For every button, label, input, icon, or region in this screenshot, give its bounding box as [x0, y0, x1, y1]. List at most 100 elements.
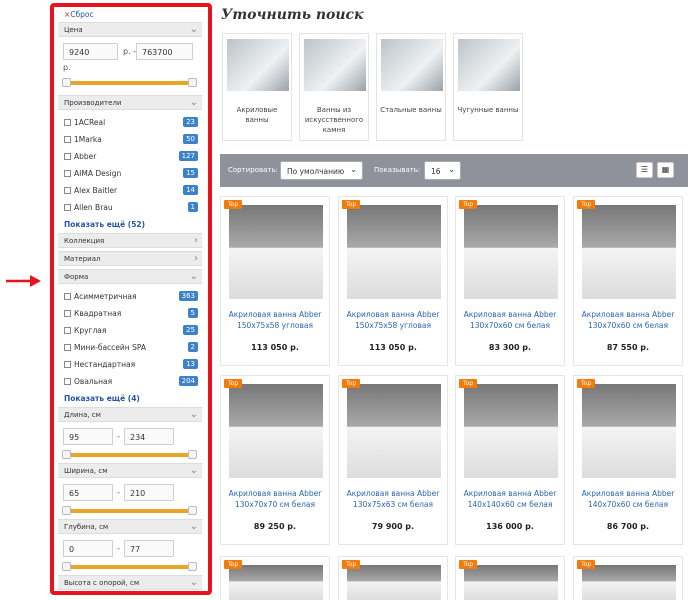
show-more-shapes-link[interactable]: Показать ещё (4): [58, 390, 202, 407]
top-badge: Top: [459, 200, 478, 209]
top-badge: Top: [342, 200, 361, 209]
checkbox[interactable]: [64, 378, 71, 385]
shape-option[interactable]: Круглая 25: [58, 322, 202, 339]
product-name[interactable]: Акриловая ванна Abber 140x70x60 см белая: [577, 488, 679, 510]
width-slider-max-handle[interactable]: [188, 506, 197, 515]
price-max-input[interactable]: 763700: [136, 43, 193, 60]
product-price: 113 050 р.: [251, 343, 299, 352]
price-slider-min-handle[interactable]: [62, 78, 71, 87]
product-card[interactable]: Top Акриловая ванна Abber 130x70x60 см бе…: [573, 196, 683, 366]
product-name[interactable]: Акриловая ванна Abber 130x70x60 см белая: [577, 309, 679, 331]
price-min-input[interactable]: 9240: [63, 43, 118, 60]
checkbox[interactable]: [64, 344, 71, 351]
product-card[interactable]: Top Акриловая ванна Abber 140x70x60 см бе…: [573, 375, 683, 545]
product-name[interactable]: Акриловая ванна Abber 130x70x60 см белая: [459, 309, 561, 331]
sort-toolbar: Сортировать: По умолчанию ⌄ Показывать: 1…: [220, 154, 688, 187]
count-badge: 13: [183, 359, 198, 369]
category-tile[interactable]: Чугунные ванны: [453, 33, 523, 141]
top-badge: Top: [577, 560, 596, 569]
shape-option[interactable]: Нестандартная 13: [58, 356, 202, 373]
per-page-select[interactable]: 16 ⌄: [424, 161, 461, 180]
checkbox[interactable]: [64, 361, 71, 368]
product-price: 86 700 р.: [606, 522, 650, 531]
top-badge: Top: [577, 200, 596, 209]
filter-header-shape[interactable]: Форма ⌄: [58, 269, 202, 284]
length-slider-track: [66, 453, 192, 457]
product-image: [464, 384, 558, 478]
show-more-manufacturers-link[interactable]: Показать ещё (52): [58, 216, 202, 233]
shape-option[interactable]: Овальная 204: [58, 373, 202, 390]
checkbox[interactable]: [64, 293, 71, 300]
filter-header-width[interactable]: Ширина, см ⌄: [58, 463, 202, 478]
product-card[interactable]: Top: [455, 556, 565, 600]
price-slider-max-handle[interactable]: [188, 78, 197, 87]
depth-min-input[interactable]: 0: [63, 540, 113, 557]
product-card[interactable]: Top: [573, 556, 683, 600]
shape-option[interactable]: Асимметричная 363: [58, 288, 202, 305]
width-min-input[interactable]: 65: [63, 484, 113, 501]
filter-header-depth[interactable]: Глубина, см ⌄: [58, 519, 202, 534]
reset-filters-link[interactable]: ×Сброс: [58, 8, 202, 22]
product-name[interactable]: Акриловая ванна Abber 130x75x63 см белая: [342, 488, 444, 510]
filter-header-manufacturers[interactable]: Производители ⌄: [58, 95, 202, 110]
checkbox[interactable]: [64, 153, 71, 160]
chevron-down-icon: ⌄: [189, 409, 198, 420]
product-card[interactable]: Top Акриловая ванна Abber 150x75x58 углов…: [220, 196, 330, 366]
manufacturer-option[interactable]: Allen Brau 1: [58, 199, 202, 216]
checkbox[interactable]: [64, 327, 71, 334]
manufacturer-option[interactable]: 1Marka 50: [58, 131, 202, 148]
product-card[interactable]: Top: [220, 556, 330, 600]
top-badge: Top: [224, 379, 243, 388]
filter-header-collection[interactable]: Коллекция ›: [58, 233, 202, 248]
chevron-right-icon: ›: [194, 253, 198, 264]
filter-header-material[interactable]: Материал ›: [58, 251, 202, 266]
length-slider-max-handle[interactable]: [188, 450, 197, 459]
sort-select[interactable]: По умолчанию ⌄: [280, 161, 363, 180]
length-max-input[interactable]: 234: [124, 428, 174, 445]
product-card[interactable]: Top: [338, 556, 448, 600]
chevron-down-icon: ⌄: [448, 165, 455, 174]
product-card[interactable]: Top Акриловая ванна Abber 150x75x58 углов…: [338, 196, 448, 366]
category-tile[interactable]: Акриловые ванны: [222, 33, 292, 141]
category-tile[interactable]: Стальные ванны: [376, 33, 446, 141]
product-name[interactable]: Акриловая ванна Abber 140x140x60 см бела…: [459, 488, 561, 510]
grid-view-icon[interactable]: ▦: [657, 162, 674, 178]
chevron-down-icon: ⌄: [189, 521, 198, 532]
filter-header-length[interactable]: Длина, см ⌄: [58, 407, 202, 422]
manufacturer-option[interactable]: 1ACReal 23: [58, 114, 202, 131]
product-card[interactable]: Top Акриловая ванна Abber 140x140x60 см б…: [455, 375, 565, 545]
product-name[interactable]: Акриловая ванна Abber 150x75x58 угловая: [224, 309, 326, 331]
depth-max-input[interactable]: 77: [124, 540, 174, 557]
product-card[interactable]: Top Акриловая ванна Abber 130x75x63 см бе…: [338, 375, 448, 545]
checkbox[interactable]: [64, 204, 71, 211]
product-name[interactable]: Акриловая ванна Abber 130x70x70 см белая: [224, 488, 326, 510]
manufacturer-option[interactable]: Alex Baitler 14: [58, 182, 202, 199]
depth-slider-min-handle[interactable]: [62, 562, 71, 571]
checkbox[interactable]: [64, 187, 71, 194]
manufacturer-option[interactable]: AIMA Design 15: [58, 165, 202, 182]
manufacturer-option[interactable]: Abber 127: [58, 148, 202, 165]
depth-slider-max-handle[interactable]: [188, 562, 197, 571]
category-tile[interactable]: Ванны из искусственного камня: [299, 33, 369, 141]
length-slider-min-handle[interactable]: [62, 450, 71, 459]
checkbox[interactable]: [64, 136, 71, 143]
shape-option[interactable]: Мини-бассейн SPA 2: [58, 339, 202, 356]
filter-header-price[interactable]: Цена ⌄: [58, 22, 202, 37]
product-image: [582, 565, 676, 600]
filter-header-height[interactable]: Высота с опорой, см ⌄: [58, 575, 202, 590]
product-card[interactable]: Top Акриловая ванна Abber 130x70x60 см бе…: [455, 196, 565, 366]
list-view-icon[interactable]: ☰: [636, 162, 653, 178]
checkbox[interactable]: [64, 170, 71, 177]
product-name[interactable]: Акриловая ванна Abber 150x75x58 угловая: [342, 309, 444, 331]
length-min-input[interactable]: 95: [63, 428, 113, 445]
count-badge: 204: [178, 376, 198, 386]
count-badge: 23: [183, 117, 198, 127]
count-badge: 363: [178, 291, 198, 301]
shape-option[interactable]: Квадратная 5: [58, 305, 202, 322]
width-slider-min-handle[interactable]: [62, 506, 71, 515]
product-card[interactable]: Top Акриловая ванна Abber 130x70x70 см бе…: [220, 375, 330, 545]
checkbox[interactable]: [64, 119, 71, 126]
width-max-input[interactable]: 210: [124, 484, 174, 501]
checkbox[interactable]: [64, 310, 71, 317]
count-badge: 14: [183, 185, 198, 195]
